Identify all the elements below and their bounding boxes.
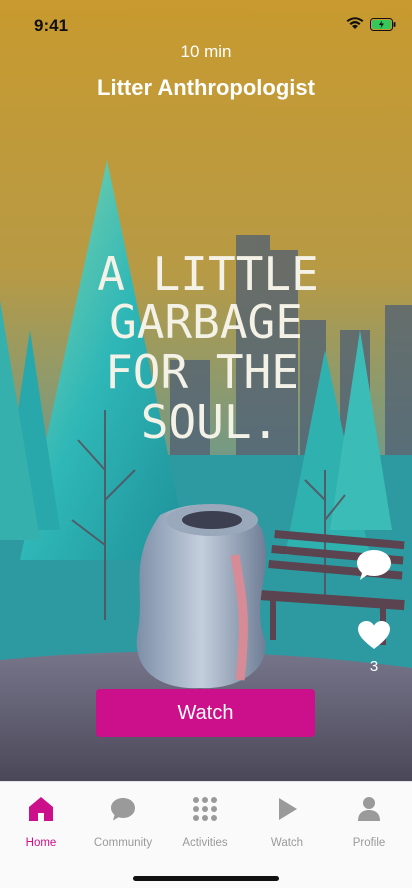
tab-label: Home (25, 837, 57, 849)
watch-button[interactable]: Watch (96, 689, 315, 737)
tab-activities[interactable]: Activities (164, 796, 246, 849)
like-count: 3 (369, 658, 379, 675)
status-bar: 9:41 (0, 0, 412, 48)
tab-bar: Home Community Activities Watch Profile (0, 781, 412, 888)
status-time: 9:41 (34, 16, 69, 35)
tab-profile[interactable]: Profile (328, 796, 410, 849)
chat-bubble-icon (82, 796, 164, 827)
wifi-icon (346, 17, 364, 35)
tab-home[interactable]: Home (0, 796, 82, 849)
tab-label: Community (93, 837, 153, 849)
crushed-can-illustration (136, 504, 266, 689)
battery-icon (370, 18, 396, 36)
tab-label: Activities (182, 837, 228, 849)
home-icon (0, 796, 82, 827)
artwork-text-line: GARBAGE (109, 295, 303, 349)
tab-label: Watch (270, 837, 304, 849)
tab-community[interactable]: Community (82, 796, 164, 849)
tab-watch[interactable]: Watch (246, 796, 328, 849)
artwork-text-line: SOUL. (141, 395, 279, 449)
video-title: Litter Anthropologist (97, 75, 315, 100)
grid-dots-icon (164, 796, 246, 827)
home-indicator (133, 876, 279, 881)
tab-label: Profile (352, 837, 386, 849)
video-duration: 10 min (180, 42, 232, 61)
play-icon (246, 796, 328, 827)
heart-icon[interactable] (354, 620, 394, 654)
hero-artwork: A LITTLE GARBAGE FOR THE SOUL. (0, 0, 412, 781)
artwork-text-line: FOR THE (105, 345, 299, 399)
person-icon (328, 796, 410, 827)
comment-icon[interactable] (354, 548, 394, 584)
side-actions: 3 (354, 548, 394, 675)
artwork-text-line: A LITTLE (97, 247, 319, 301)
